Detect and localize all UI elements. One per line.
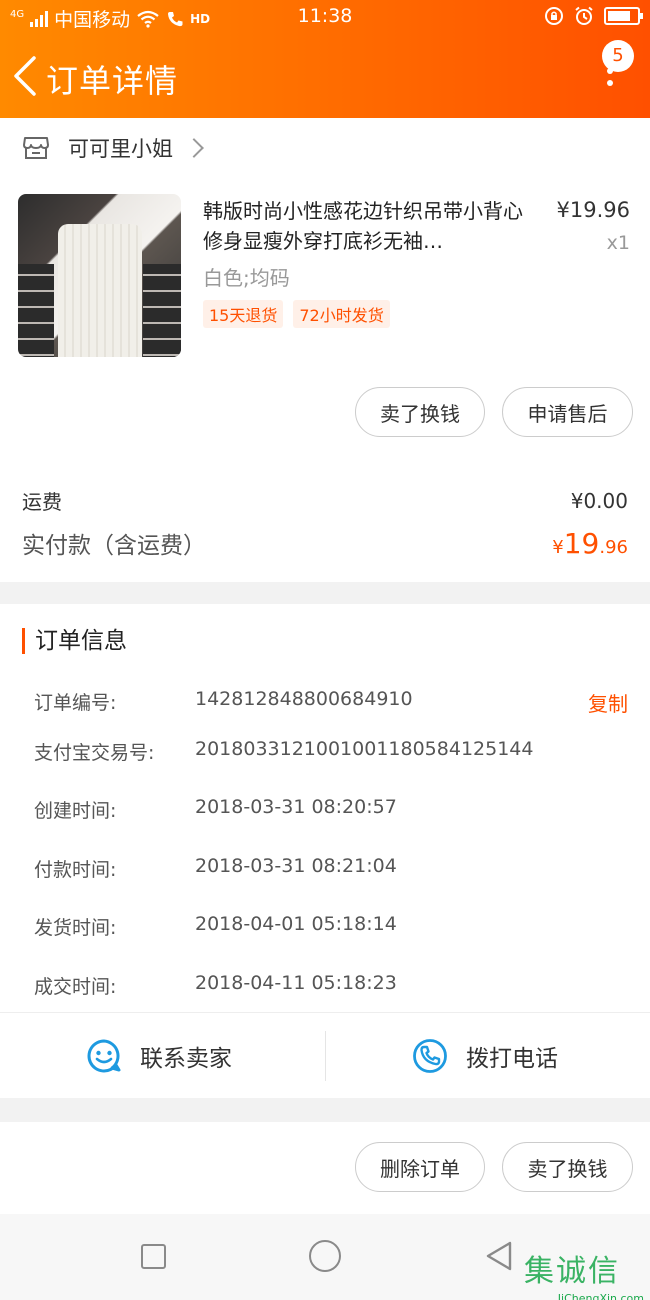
back-triangle-icon[interactable]: [484, 1240, 514, 1272]
info-label: 成交时间:: [34, 976, 117, 998]
info-label: 订单编号:: [34, 692, 117, 714]
product-image-detail: [143, 264, 181, 357]
shop-name: 可可里小姐: [68, 137, 173, 161]
currency-symbol: ¥: [552, 536, 564, 558]
more-menu-icon[interactable]: [600, 68, 620, 98]
home-icon[interactable]: [309, 1240, 341, 1272]
order-item-card: 可可里小姐 韩版时尚小性感花边针织吊带小背心修身显瘦外穿打底衫无袖… ¥19.9…: [0, 118, 650, 582]
info-value: 142812848800684910: [195, 688, 413, 710]
return-policy-tag: 15天退货: [203, 300, 284, 328]
page-title: 订单详情: [46, 62, 179, 100]
info-row-payment-time: 付款时间: 2018-03-31 08:21:04: [34, 855, 397, 882]
phone-icon: [413, 1039, 447, 1073]
recent-apps-icon[interactable]: [141, 1244, 166, 1269]
chevron-right-icon: [184, 138, 204, 158]
info-row-shipping-time: 发货时间: 2018-04-01 05:18:14: [34, 913, 397, 940]
nav-bar: 订单详情 5: [0, 40, 650, 116]
product-sku: 白色;均码: [203, 266, 290, 290]
shipping-fee-row: 运费 ¥0.00: [22, 486, 628, 515]
call-phone-label: 拨打电话: [466, 1046, 558, 1072]
sell-for-cash-button[interactable]: 卖了换钱: [502, 1142, 633, 1192]
info-value: 2018-03-31 08:20:57: [195, 796, 397, 818]
total-paid-amount: ¥19.96: [552, 527, 628, 560]
sell-for-cash-button[interactable]: 卖了换钱: [355, 387, 485, 437]
battery-icon: [604, 7, 643, 25]
info-label: 创建时间:: [34, 800, 117, 822]
total-paid-row: 实付款（含运费） ¥19.96: [22, 526, 628, 560]
chat-bubble-icon: [87, 1039, 121, 1073]
bottom-action-bar: 删除订单 卖了换钱: [0, 1122, 650, 1214]
order-info-card: 订单信息 复制 订单编号: 142812848800684910 支付宝交易号:…: [0, 604, 650, 1098]
product-title[interactable]: 韩版时尚小性感花边针织吊带小背心修身显瘦外穿打底衫无袖…: [203, 196, 537, 256]
shipping-fee-value: ¥0.00: [570, 488, 628, 513]
contact-seller-label: 联系卖家: [140, 1046, 232, 1072]
back-arrow-icon[interactable]: [10, 54, 40, 98]
info-row-completed-time: 成交时间: 2018-04-11 05:18:23: [34, 972, 397, 999]
total-paid-label: 实付款（含运费）: [22, 533, 206, 559]
product-image[interactable]: [18, 194, 181, 357]
amount-integer: 19: [563, 526, 600, 560]
info-value: 2018-04-01 05:18:14: [195, 913, 397, 935]
divider: [325, 1031, 326, 1081]
after-sale-button[interactable]: 申请售后: [502, 387, 633, 437]
service-tags: 15天退货 72小时发货: [203, 300, 390, 328]
info-label: 付款时间:: [34, 859, 117, 881]
shop-link[interactable]: 可可里小姐: [22, 128, 204, 168]
amount-decimal: .96: [599, 536, 628, 558]
product-price: ¥19.96: [556, 198, 630, 222]
rotation-lock-icon: [545, 7, 563, 25]
product-quantity: x1: [606, 232, 630, 254]
contact-seller-button[interactable]: 联系卖家: [86, 1013, 232, 1099]
header: 4G 中国移动 HD 11:38 订单详情 5: [0, 0, 650, 118]
info-value: 2018-03-31 08:21:04: [195, 855, 397, 877]
info-row-alipay-number: 支付宝交易号: 2018033121001001180584125144: [34, 738, 533, 765]
product-image-detail: [18, 264, 54, 357]
watermark-text: 集诚信: [524, 1254, 620, 1289]
watermark-logo: 集诚信 JiChengXin.com: [524, 1246, 644, 1300]
copy-order-number-button[interactable]: 复制: [588, 688, 628, 717]
info-value: 2018033121001001180584125144: [195, 738, 534, 760]
call-phone-button[interactable]: 拨打电话: [412, 1013, 558, 1099]
info-row-order-number: 订单编号: 142812848800684910: [34, 688, 413, 715]
info-row-created-time: 创建时间: 2018-03-31 08:20:57: [34, 796, 397, 823]
delete-order-button[interactable]: 删除订单: [355, 1142, 485, 1192]
alarm-icon: [575, 6, 593, 25]
shipping-time-tag: 72小时发货: [293, 300, 390, 328]
section-title: 订单信息: [22, 628, 127, 654]
info-value: 2018-04-11 05:18:23: [195, 972, 397, 994]
shipping-fee-label: 运费: [22, 490, 62, 514]
product-image-garment: [58, 224, 142, 357]
contact-actions: 联系卖家 拨打电话: [0, 1012, 650, 1098]
info-label: 支付宝交易号:: [34, 742, 155, 764]
watermark-url: JiChengXin.com: [557, 1292, 644, 1300]
shop-icon: [23, 137, 49, 159]
status-right: [544, 6, 643, 26]
info-label: 发货时间:: [34, 917, 117, 939]
status-bar: 4G 中国移动 HD 11:38: [0, 0, 650, 34]
